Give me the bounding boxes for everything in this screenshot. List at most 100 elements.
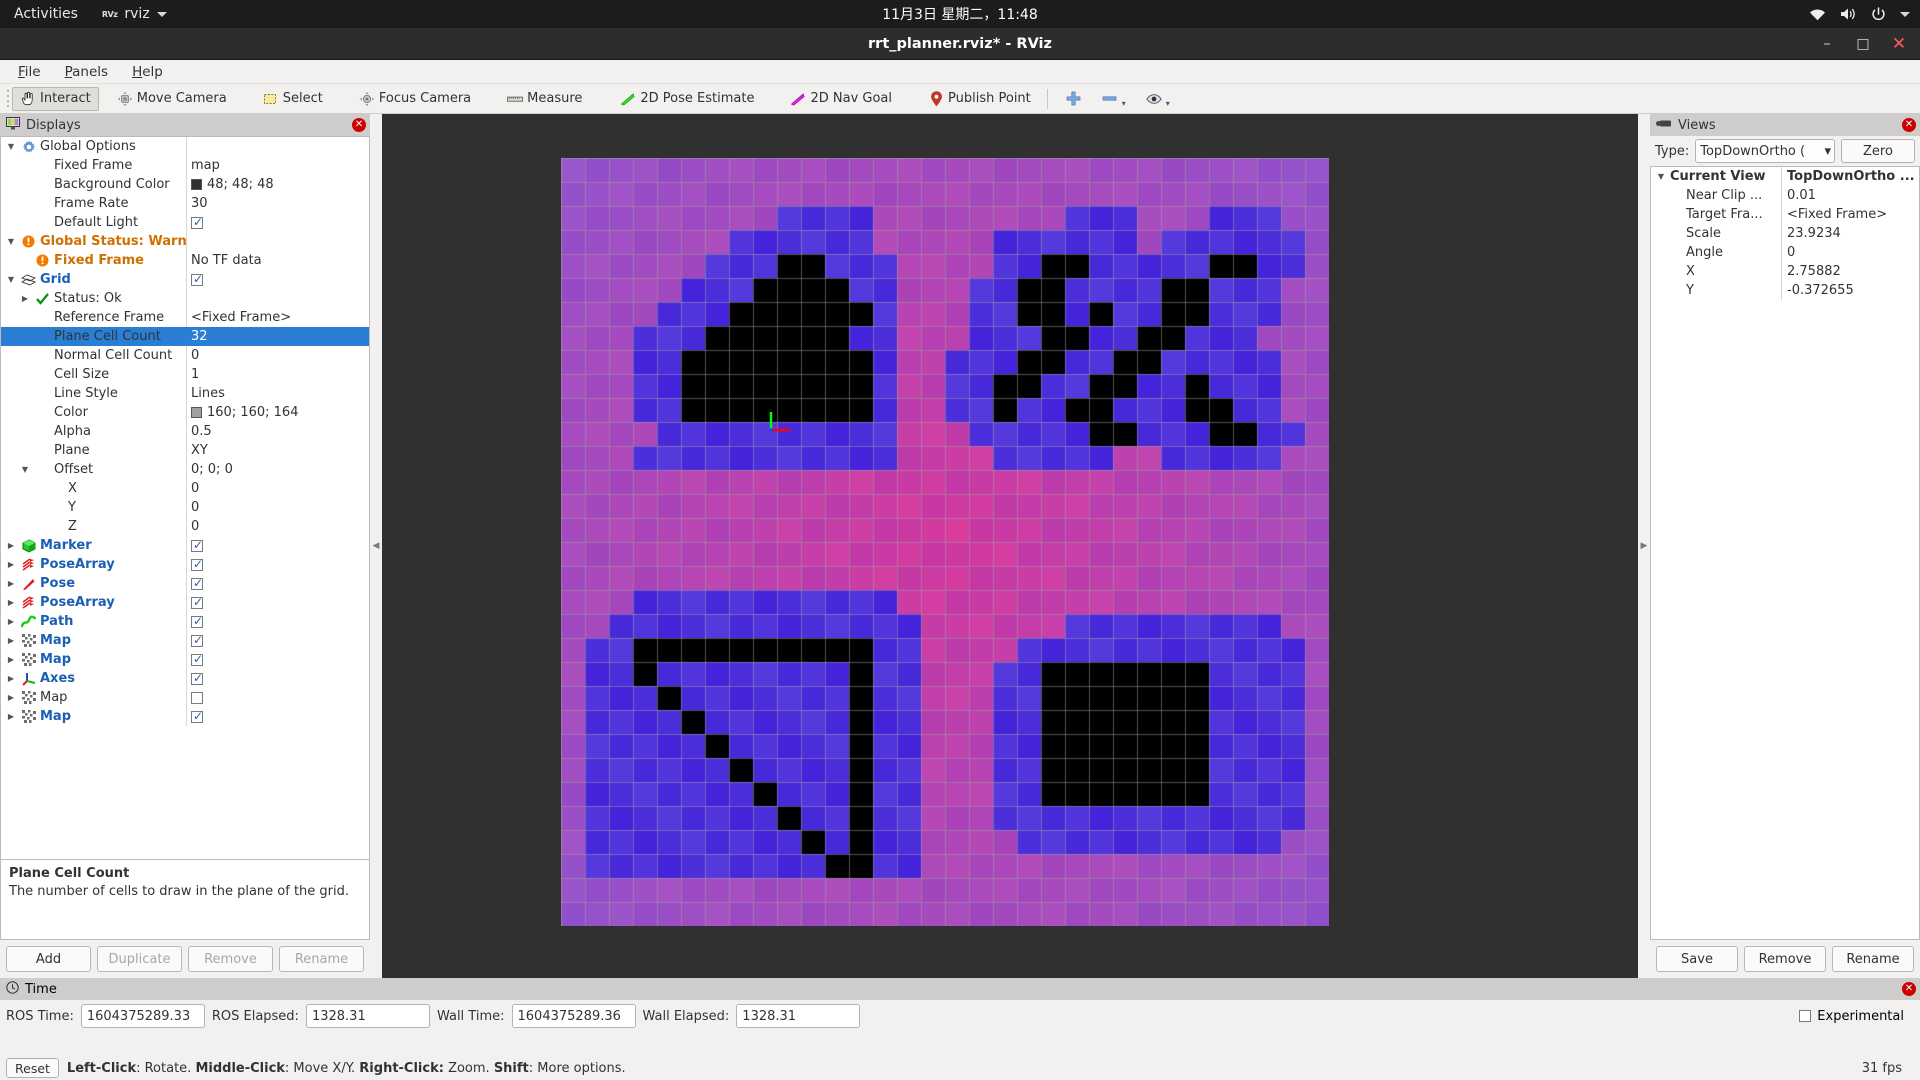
add-button[interactable]: Add — [6, 946, 91, 972]
displays-row-axes[interactable]: ▶ Axes — [1, 669, 369, 688]
checkbox[interactable] — [191, 595, 203, 609]
displays-row-value[interactable] — [186, 574, 369, 593]
remove-view-button[interactable]: Remove — [1744, 946, 1826, 972]
displays-row-value[interactable]: 0; 0; 0 — [186, 460, 369, 479]
displays-row-value[interactable]: No TF data — [186, 251, 369, 270]
checkbox[interactable] — [191, 709, 203, 723]
minimize-button[interactable]: – — [1810, 29, 1844, 59]
remove-tool-button[interactable]: ▾ — [1092, 87, 1136, 111]
chevron-right-icon[interactable]: ▶ — [5, 617, 17, 626]
maximize-button[interactable]: □ — [1846, 29, 1880, 59]
menu-file[interactable]: File — [8, 61, 51, 83]
ogre-canvas[interactable] — [382, 114, 1638, 978]
gnome-clock[interactable]: 11月3日 星期二，11:48 — [882, 4, 1038, 24]
chevron-down-icon[interactable]: ▼ — [19, 465, 31, 474]
view-type-select[interactable]: TopDownOrtho ( ▾ — [1695, 139, 1835, 163]
checkbox[interactable] — [191, 691, 203, 704]
displays-row-cell-size[interactable]: · Cell Size 1 — [1, 365, 369, 384]
rename-view-button[interactable]: Rename — [1832, 946, 1914, 972]
views-row-value[interactable]: TopDownOrtho ... — [1781, 167, 1919, 186]
gnome-system-tray[interactable] — [1809, 6, 1910, 22]
checkbox[interactable] — [191, 576, 203, 590]
views-row-value[interactable]: <Fixed Frame> — [1781, 205, 1919, 224]
displays-row-value[interactable]: 0 — [186, 517, 369, 536]
chevron-right-icon[interactable]: ▶ — [5, 655, 17, 664]
checkbox[interactable] — [191, 614, 203, 628]
displays-row-value[interactable]: XY — [186, 441, 369, 460]
checkbox[interactable] — [191, 671, 203, 685]
views-row-value[interactable]: 0 — [1781, 243, 1919, 262]
displays-row-plane[interactable]: · Plane XY — [1, 441, 369, 460]
checkbox[interactable] — [191, 633, 203, 647]
tool-select[interactable]: Select — [255, 87, 331, 111]
displays-row-reference-frame[interactable]: · Reference Frame <Fixed Frame> — [1, 308, 369, 327]
left-splitter[interactable]: ◀ — [370, 114, 382, 978]
checkbox[interactable] — [191, 272, 203, 286]
displays-row-value[interactable] — [186, 536, 369, 555]
time-input-ros-elapsed-[interactable]: 1328.31 — [305, 1004, 430, 1028]
save-view-button[interactable]: Save — [1656, 946, 1738, 972]
chevron-right-icon[interactable]: ▶ — [5, 693, 17, 702]
chevron-right-icon[interactable]: ▶ — [19, 294, 31, 303]
displays-row-value[interactable] — [186, 688, 369, 707]
add-tool-button[interactable] — [1056, 87, 1092, 111]
displays-row-value[interactable] — [186, 593, 369, 612]
displays-row-map[interactable]: ▶ Map — [1, 650, 369, 669]
views-row-value[interactable]: 2.75882 — [1781, 262, 1919, 281]
displays-row-marker[interactable]: ▶ Marker — [1, 536, 369, 555]
displays-row-pose[interactable]: ▶ Pose — [1, 574, 369, 593]
displays-row-grid[interactable]: ▼ Grid — [1, 270, 369, 289]
displays-row-normal-cell-count[interactable]: · Normal Cell Count 0 — [1, 346, 369, 365]
tool-interact[interactable]: Interact — [12, 86, 99, 111]
chevron-right-icon[interactable]: ▶ — [5, 541, 17, 550]
time-input-ros-time-[interactable]: 1604375289.33 — [80, 1004, 205, 1028]
displays-row-frame-rate[interactable]: · Frame Rate 30 — [1, 194, 369, 213]
displays-row-value[interactable] — [186, 631, 369, 650]
displays-row-plane-cell-count[interactable]: · Plane Cell Count 32 — [1, 327, 369, 346]
chevron-right-icon[interactable]: ▶ — [5, 712, 17, 721]
chevron-right-icon[interactable]: ▶ — [5, 579, 17, 588]
color-swatch[interactable] — [191, 179, 202, 190]
chevron-right-icon[interactable]: ▶ — [5, 674, 17, 683]
chevron-right-icon[interactable]: ▶ — [5, 560, 17, 569]
right-splitter[interactable]: ▶ — [1638, 114, 1650, 978]
views-tree[interactable]: ▼Current ViewTopDownOrtho ...·Near Clip … — [1650, 166, 1920, 940]
displays-row-posearray[interactable]: ▶ PoseArray — [1, 555, 369, 574]
displays-row-offset[interactable]: ▼ Offset 0; 0; 0 — [1, 460, 369, 479]
close-button[interactable]: ✕ — [1882, 29, 1916, 59]
displays-row-posearray[interactable]: ▶ PoseArray — [1, 593, 369, 612]
views-row-angle[interactable]: ·Angle 0 — [1651, 243, 1919, 262]
tool-properties-button[interactable]: ▾ — [1136, 87, 1180, 111]
displays-row-value[interactable] — [186, 289, 369, 308]
close-icon[interactable]: ✕ — [352, 118, 366, 132]
app-menu-button[interactable]: RVz rviz — [92, 6, 177, 22]
tool-2d-pose-estimate[interactable]: 2D Pose Estimate — [612, 87, 762, 111]
displays-row-value[interactable]: 32 — [186, 327, 369, 346]
displays-row-map[interactable]: ▶ Map — [1, 707, 369, 726]
close-icon[interactable]: ✕ — [1902, 118, 1916, 132]
displays-row-value[interactable]: Lines — [186, 384, 369, 403]
displays-row-background-color[interactable]: · Background Color 48; 48; 48 — [1, 175, 369, 194]
displays-row-fixed-frame[interactable]: · Fixed Frame No TF data — [1, 251, 369, 270]
displays-row-x[interactable]: · X 0 — [1, 479, 369, 498]
views-row-y[interactable]: ·Y -0.372655 — [1651, 281, 1919, 300]
displays-row-global-status-warn[interactable]: ▼ Global Status: Warn — [1, 232, 369, 251]
chevron-down-icon[interactable]: ▼ — [5, 275, 17, 284]
color-swatch[interactable] — [191, 407, 202, 418]
displays-row-value[interactable] — [186, 270, 369, 289]
displays-row-value[interactable]: 0 — [186, 346, 369, 365]
displays-row-z[interactable]: · Z 0 — [1, 517, 369, 536]
displays-tree[interactable]: ▼ Global Options · Fixed Frame map · Backgroun… — [0, 136, 370, 860]
time-input-wall-time-[interactable]: 1604375289.36 — [511, 1004, 636, 1028]
displays-row-default-light[interactable]: · Default Light — [1, 213, 369, 232]
displays-row-value[interactable] — [186, 669, 369, 688]
chevron-right-icon[interactable]: ▶ — [5, 636, 17, 645]
displays-row-value[interactable] — [186, 650, 369, 669]
displays-row-map[interactable]: ▶ Map — [1, 631, 369, 650]
displays-row-value[interactable]: 30 — [186, 194, 369, 213]
checkbox[interactable] — [191, 652, 203, 666]
views-row-near-clip-[interactable]: ·Near Clip ... 0.01 — [1651, 186, 1919, 205]
experimental-toggle[interactable]: Experimental — [1799, 1009, 1914, 1024]
tool-focus-camera[interactable]: Focus Camera — [351, 87, 479, 111]
displays-row-value[interactable]: map — [186, 156, 369, 175]
